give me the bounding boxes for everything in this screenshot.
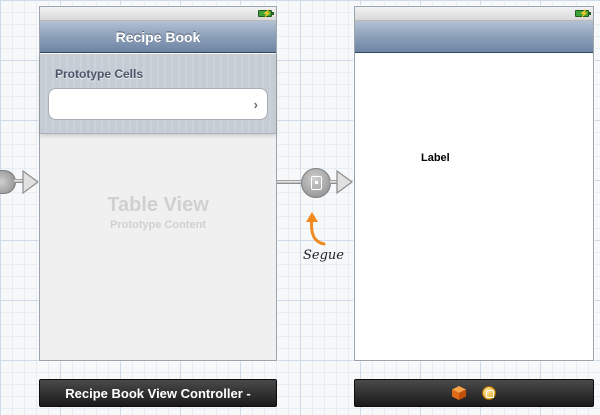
disclosure-chevron-icon: › (253, 97, 258, 112)
segue-node[interactable] (301, 168, 331, 198)
content-label[interactable]: Label (421, 152, 450, 164)
dock-label: Recipe Book View Controller - (65, 385, 251, 401)
initial-scene-arrow-head (22, 170, 40, 194)
placeholder-subtitle: Prototype Content (110, 219, 206, 231)
push-segue-icon (311, 176, 322, 190)
status-bar: ⚡ (40, 7, 276, 21)
battery-icon: ⚡ (575, 9, 591, 18)
prototype-cells-section: Prototype Cells › (40, 54, 276, 134)
segue-arrow-head (336, 170, 354, 194)
annotation-arrow-icon (306, 212, 326, 246)
view-controller-cube-icon[interactable] (452, 386, 466, 400)
scene-dock-right[interactable] (354, 379, 594, 407)
recipe-book-scene[interactable]: ⚡ Recipe Book Prototype Cells › Table Vi… (39, 6, 277, 361)
segue-line-left (277, 180, 301, 184)
scene-dock-left[interactable]: Recipe Book View Controller - (39, 379, 277, 407)
navigation-bar[interactable] (355, 21, 593, 53)
battery-icon: ⚡ (258, 9, 274, 18)
detail-scene[interactable]: ⚡ Label (354, 6, 594, 361)
segue-caption: Segue (303, 248, 344, 263)
prototype-cell[interactable]: › (48, 88, 268, 120)
table-view[interactable]: Prototype Cells › Table View Prototype C… (40, 54, 276, 360)
placeholder-title: Table View (107, 194, 209, 216)
navigation-bar[interactable]: Recipe Book (40, 21, 276, 53)
table-view-placeholder: Table View Prototype Content (40, 194, 276, 231)
exit-icon[interactable] (482, 386, 496, 400)
nav-title: Recipe Book (115, 28, 201, 45)
status-bar: ⚡ (355, 7, 593, 21)
section-header: Prototype Cells (55, 67, 144, 81)
